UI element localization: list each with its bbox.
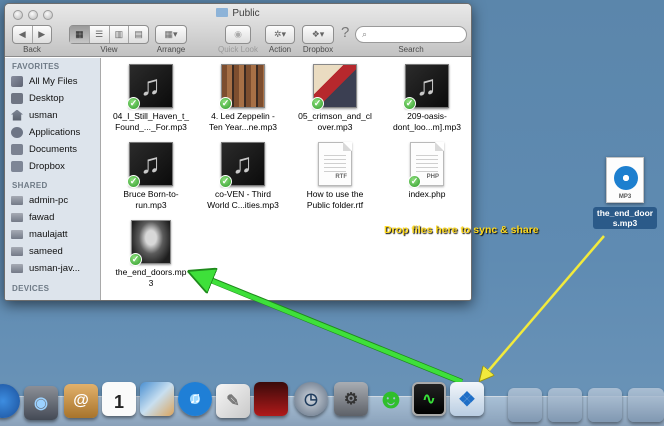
time-machine-icon[interactable]: ◷ (294, 382, 328, 416)
activity-monitor-icon[interactable]: ∿ (412, 382, 446, 416)
documents-folder-icon[interactable] (548, 388, 582, 422)
calendar-icon[interactable]: 1 (102, 382, 136, 416)
textedit-icon[interactable]: ✎ (216, 384, 250, 418)
annotation-arrows (0, 235, 605, 385)
address-book-icon[interactable]: @ (64, 384, 98, 418)
green-arrow (200, 276, 463, 385)
iphoto-icon[interactable] (140, 382, 174, 416)
applications-folder-icon[interactable] (508, 388, 542, 422)
photo-booth-icon[interactable] (254, 382, 288, 416)
itunes-icon[interactable]: ♫ (178, 382, 212, 416)
downloads-folder-icon[interactable] (588, 388, 622, 422)
stack-folder-icon[interactable] (628, 388, 664, 422)
yellow-arrow (484, 235, 605, 376)
webcam-icon[interactable]: ◉ (24, 386, 58, 420)
dropbox-dock-icon[interactable]: ❖ (450, 382, 484, 416)
system-preferences-icon[interactable]: ⚙ (334, 382, 368, 416)
adium-icon[interactable]: ☻ (374, 382, 408, 416)
